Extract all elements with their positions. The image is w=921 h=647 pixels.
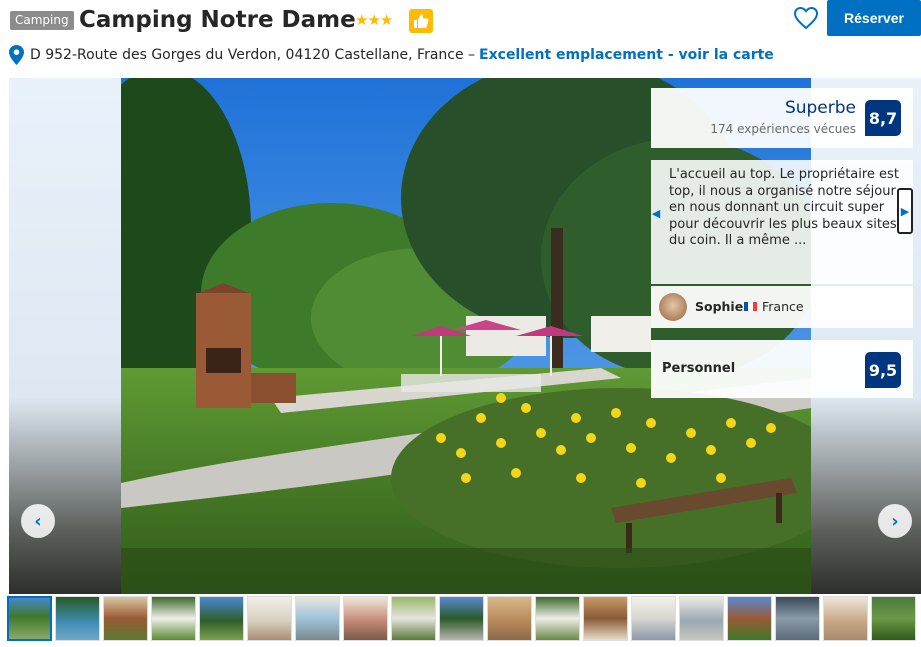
review-score-card[interactable]: Superbe 174 expériences vécues 8,7 xyxy=(651,88,913,148)
score-word: Superbe xyxy=(784,98,856,118)
heart-icon[interactable] xyxy=(792,4,820,32)
property-type-badge: Camping xyxy=(10,11,74,30)
thumbnail[interactable] xyxy=(583,596,628,641)
review-quote: L'accueil au top. Le propriétaire est to… xyxy=(669,167,899,248)
main-photo[interactable] xyxy=(121,78,811,594)
thumbnail[interactable] xyxy=(487,596,532,641)
thumbnail[interactable] xyxy=(535,596,580,641)
quote-prev-icon[interactable]: ◀ xyxy=(651,205,661,221)
quote-next-icon[interactable]: ▶ xyxy=(897,188,913,234)
chevron-left-icon[interactable]: ‹ xyxy=(21,504,55,538)
category-score-card: Personnel 9,5 xyxy=(651,340,913,398)
thumbnail[interactable] xyxy=(151,596,196,641)
thumbnail[interactable] xyxy=(199,596,244,641)
category-label: Personnel xyxy=(662,361,736,376)
show-map-link[interactable]: Excellent emplacement - voir la carte xyxy=(479,47,774,63)
thumbnail[interactable] xyxy=(103,596,148,641)
thumbnail[interactable] xyxy=(7,596,52,641)
france-flag-icon xyxy=(744,302,757,311)
thumbnail[interactable] xyxy=(871,596,916,641)
thumbnail[interactable] xyxy=(55,596,100,641)
reserve-button[interactable]: Réserver xyxy=(827,0,921,36)
score-badge: 8,7 xyxy=(865,100,901,136)
thumbnail[interactable] xyxy=(247,596,292,641)
map-pin-icon xyxy=(9,45,24,65)
avatar xyxy=(659,293,687,321)
thumbnail[interactable] xyxy=(295,596,340,641)
thumbnail[interactable] xyxy=(775,596,820,641)
star-rating: ★★★ xyxy=(355,11,393,29)
address-row: D 952-Route des Gorges du Verdon, 04120 … xyxy=(9,44,774,66)
property-title: Camping Notre Dame xyxy=(79,7,356,33)
thumbs-up-icon xyxy=(409,9,433,33)
chevron-right-icon[interactable]: › xyxy=(878,504,912,538)
property-header: Camping Camping Notre Dame ★★★ Réserver … xyxy=(0,0,921,78)
thumbnail[interactable] xyxy=(439,596,484,641)
thumbnail[interactable] xyxy=(727,596,772,641)
thumbnail[interactable] xyxy=(343,596,388,641)
review-count: 174 expériences vécues xyxy=(710,122,856,136)
author-name: Sophie xyxy=(695,299,744,314)
review-author: Sophie France xyxy=(651,286,913,328)
review-quote-card: ◀ L'accueil au top. Le propriétaire est … xyxy=(651,160,913,284)
thumbnail[interactable] xyxy=(679,596,724,641)
author-country: France xyxy=(762,299,804,314)
thumbnail[interactable] xyxy=(391,596,436,641)
thumbnail[interactable] xyxy=(631,596,676,641)
photo-gallery: ‹ › xyxy=(9,78,921,594)
thumbnail[interactable] xyxy=(823,596,868,641)
thumbnail-strip xyxy=(7,596,921,644)
category-score-badge: 9,5 xyxy=(865,352,901,388)
property-address: D 952-Route des Gorges du Verdon, 04120 … xyxy=(30,47,476,63)
